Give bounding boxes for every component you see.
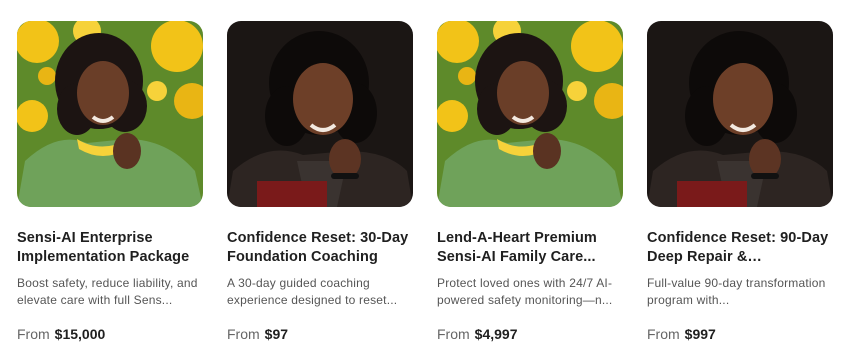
product-grid: Sensi-AI Enterprise Implementation Packa… [0,0,848,349]
price-row: From $97 [227,325,413,343]
product-title[interactable]: Sensi-AI Enterprise Implementation Packa… [17,229,203,267]
product-price: $97 [264,326,289,342]
portrait-yellow-flowers-image [437,21,623,207]
price-prefix: From [437,326,470,342]
price-prefix: From [647,326,680,342]
product-description: A 30-day guided coaching experience desi… [227,276,398,307]
product-title[interactable]: Confidence Reset: 90-Day Deep Repair & A… [647,229,833,267]
price-row: From $4,997 [437,325,623,343]
product-image[interactable] [227,21,413,207]
product-title[interactable]: Lend-A-Heart Premium Sensi-AI Family Car… [437,229,623,267]
portrait-dark-background-image [647,21,833,207]
product-image[interactable] [437,21,623,207]
price-prefix: From [227,326,260,342]
product-image[interactable] [647,21,833,207]
price-row: From $997 [647,325,833,343]
price-row: From $15,000 [17,325,203,343]
price-prefix: From [17,326,50,342]
product-card[interactable]: Confidence Reset: 90-Day Deep Repair & A… [647,21,833,343]
product-price: $4,997 [474,326,518,342]
product-price: $15,000 [54,326,106,342]
product-description: Boost safety, reduce liability, and elev… [17,276,198,307]
product-image[interactable] [17,21,203,207]
product-title[interactable]: Confidence Reset: 30-Day Foundation Coac… [227,229,413,267]
product-card[interactable]: Sensi-AI Enterprise Implementation Packa… [17,21,203,343]
product-card[interactable]: Lend-A-Heart Premium Sensi-AI Family Car… [437,21,623,343]
product-price: $997 [684,326,716,342]
portrait-dark-background-image [227,21,413,207]
product-description: Full-value 90-day transformation program… [647,276,826,307]
product-card[interactable]: Confidence Reset: 30-Day Foundation Coac… [227,21,413,343]
portrait-yellow-flowers-image [17,21,203,207]
product-description: Protect loved ones with 24/7 AI-powered … [437,276,613,307]
